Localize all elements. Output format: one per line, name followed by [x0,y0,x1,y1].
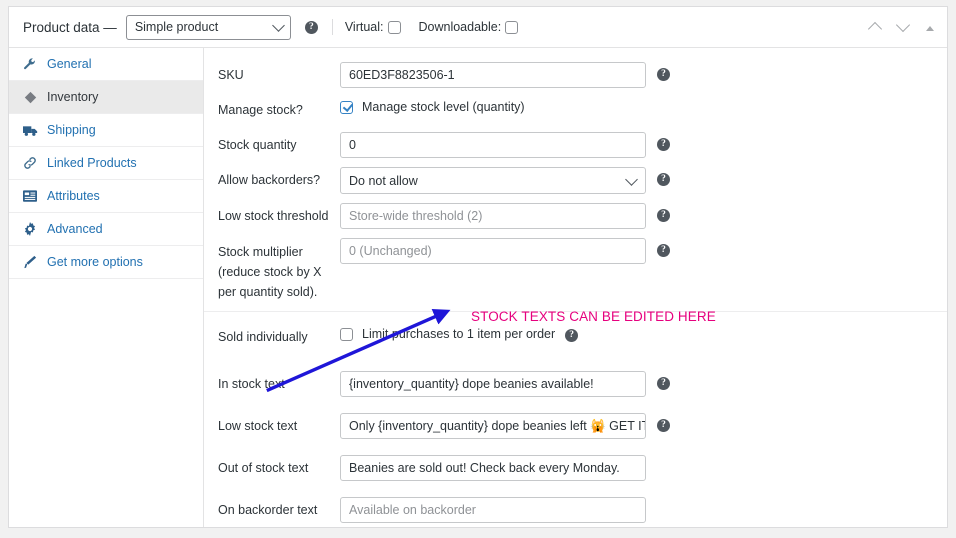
stock-multiplier-label: Stock multiplier (reduce stock by X per … [218,245,322,299]
sidebar-item-label: Inventory [47,90,99,104]
virtual-label: Virtual: [344,20,384,34]
help-icon[interactable]: ? [657,377,670,390]
allow-backorders-select[interactable]: Do not allow [340,167,646,194]
annotation-label: STOCK TEXTS CAN BE EDITED HERE [471,309,716,324]
wrench-icon [22,56,38,72]
chevron-down-icon[interactable] [895,19,912,36]
product-data-panel: Product data — Simple product ? Virtual:… [8,6,948,528]
help-icon[interactable]: ? [565,329,579,342]
field-row-sku: SKU 60ED3F8823506-1 ? [204,62,947,88]
product-type-select[interactable]: Simple product [125,14,291,40]
sidebar-item-advanced[interactable]: Advanced [9,213,203,246]
on-backorder-text-label: On backorder text [218,503,318,517]
low-stock-text-label: Low stock text [218,419,298,433]
field-row-low-stock-text: Low stock text Only {inventory_quantity}… [204,413,947,439]
gear-icon [22,221,38,237]
in-stock-text-input[interactable]: {inventory_quantity} dope beanies availa… [340,371,646,397]
panel-header: Product data — Simple product ? Virtual:… [9,7,947,48]
field-row-in-stock-text: In stock text {inventory_quantity} dope … [204,371,947,397]
sold-individually-checkbox-group[interactable]: Limit purchases to 1 item per order [340,324,555,341]
sold-individually-checkbox-label: Limit purchases to 1 item per order [362,327,556,341]
stock-texts-section: Sold individually Limit purchases to 1 i… [204,312,947,523]
on-backorder-text-input[interactable]: Available on backorder [340,497,646,523]
manage-stock-checkbox[interactable] [340,100,353,114]
help-icon[interactable]: ? [657,209,670,222]
manage-stock-label: Manage stock? [218,103,303,117]
triangle-up-icon[interactable] [923,21,937,35]
field-row-manage-stock: Manage stock? Manage stock level (quanti… [204,97,947,123]
page-title: Product data — [23,19,117,35]
sold-individually-checkbox[interactable] [340,327,353,341]
sidebar-item-shipping[interactable]: Shipping [9,114,203,147]
sidebar-item-attributes[interactable]: Attributes [9,180,203,213]
downloadable-checkbox[interactable] [505,20,519,34]
virtual-checkbox[interactable] [387,20,401,34]
field-row-on-backorder-text: On backorder text Available on backorder [204,497,947,523]
box-icon [22,89,38,105]
product-data-tabs: General Inventory Shipping Linked Produc… [9,48,204,527]
stock-multiplier-input[interactable]: 0 (Unchanged) [340,238,646,264]
field-row-allow-backorders: Allow backorders? Do not allow ? [204,167,947,194]
help-icon[interactable]: ? [657,173,670,186]
sidebar-item-inventory[interactable]: Inventory [9,81,203,114]
list-icon [22,188,38,204]
field-row-stock-multiplier: Stock multiplier (reduce stock by X per … [204,238,947,302]
help-icon[interactable]: ? [304,20,318,34]
allow-backorders-label: Allow backorders? [218,173,321,187]
out-of-stock-text-label: Out of stock text [218,461,309,475]
help-icon[interactable]: ? [657,244,670,257]
help-icon[interactable]: ? [657,419,670,432]
panel-header-controls [867,7,937,48]
in-stock-text-label: In stock text [218,377,285,391]
field-row-sold-individually: Sold individually Limit purchases to 1 i… [204,324,947,350]
help-icon[interactable]: ? [657,68,670,81]
sidebar-item-label: Get more options [47,255,143,269]
sku-input[interactable]: 60ED3F8823506-1 [340,62,646,88]
field-row-out-of-stock-text: Out of stock text Beanies are sold out! … [204,455,947,481]
link-icon [22,155,38,171]
header-divider [331,19,333,35]
allow-backorders-value: Do not allow [349,173,418,188]
low-stock-text-input[interactable]: Only {inventory_quantity} dope beanies l… [340,413,646,439]
out-of-stock-text-input[interactable]: Beanies are sold out! Check back every M… [340,455,646,481]
sidebar-item-get-more-options[interactable]: Get more options [9,246,203,279]
downloadable-checkbox-group[interactable]: Downloadable: [419,20,519,34]
sidebar-item-label: Attributes [47,189,100,203]
chevron-up-icon[interactable] [867,19,884,36]
field-row-stock-quantity: Stock quantity 0 ? [204,132,947,158]
sidebar-item-label: Advanced [47,222,103,236]
manage-stock-checkbox-group[interactable]: Manage stock level (quantity) [340,97,525,114]
stock-quantity-label: Stock quantity [218,138,297,152]
sold-individually-label: Sold individually [218,330,308,344]
sidebar-item-general[interactable]: General [9,48,203,81]
manage-stock-checkbox-label: Manage stock level (quantity) [362,100,525,114]
stock-quantity-input[interactable]: 0 [340,132,646,158]
chevron-down-icon [271,19,285,32]
sidebar-item-label: Shipping [47,123,96,137]
truck-icon [22,122,38,138]
sidebar-item-label: General [47,57,92,71]
low-stock-threshold-label: Low stock threshold [218,209,329,223]
megaphone-icon [22,254,38,270]
field-row-low-stock-threshold: Low stock threshold Store-wide threshold… [204,203,947,229]
low-stock-threshold-input[interactable]: Store-wide threshold (2) [340,203,646,229]
help-icon[interactable]: ? [657,138,670,151]
downloadable-label: Downloadable: [418,20,502,34]
chevron-down-icon [625,172,638,186]
sku-label: SKU [218,68,244,82]
virtual-checkbox-group[interactable]: Virtual: [345,20,401,34]
panel-body: General Inventory Shipping Linked Produc… [9,48,947,527]
sidebar-item-linked-products[interactable]: Linked Products [9,147,203,180]
sidebar-item-label: Linked Products [47,156,137,170]
inventory-tab-content: SKU 60ED3F8823506-1 ? Manage stock? Mana… [204,48,947,527]
product-type-value: Simple product [134,20,219,34]
